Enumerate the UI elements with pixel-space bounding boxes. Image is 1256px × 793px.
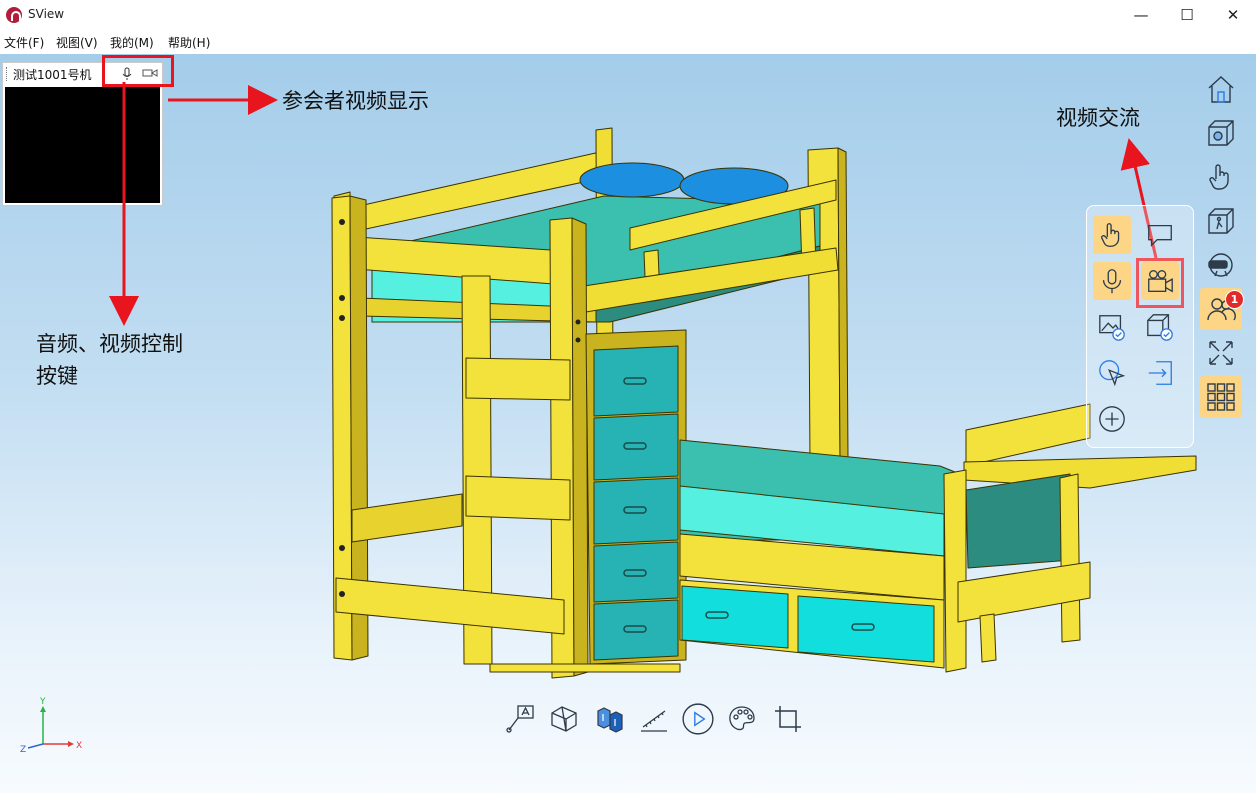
axis-y-label: Y: [40, 697, 46, 707]
settings-cube-icon: [1208, 120, 1234, 146]
hand-pan-icon: [1209, 164, 1229, 190]
grid-menu-icon: [1207, 383, 1235, 411]
explode-icon: [597, 707, 623, 733]
axis-z-label: Z: [20, 745, 27, 755]
pan-button[interactable]: [1200, 156, 1242, 198]
microphone-button[interactable]: [1093, 262, 1131, 300]
video-chat-label: 视频交流: [1056, 106, 1140, 130]
model-confirm-icon: [1147, 314, 1173, 341]
participant-video-label: 参会者视频显示: [282, 89, 429, 113]
play-icon: [682, 703, 714, 735]
crop-icon: [775, 706, 801, 732]
measure-button[interactable]: [636, 701, 672, 737]
pointer-button[interactable]: [1093, 354, 1131, 392]
chat-button[interactable]: [1141, 216, 1179, 254]
hand-raise-icon: [1101, 223, 1120, 247]
home-icon: [1208, 76, 1234, 103]
palette-icon: [729, 706, 755, 731]
collaboration-panel: [1086, 205, 1194, 448]
walk-mode-button[interactable]: [1200, 200, 1242, 242]
walk-mode-icon: [1208, 208, 1234, 234]
participants-count-badge: 1: [1225, 290, 1244, 309]
vr-button[interactable]: [1200, 244, 1242, 286]
palette-button[interactable]: [724, 701, 760, 737]
participants-button[interactable]: 1: [1200, 288, 1244, 330]
settings-cube-button[interactable]: [1200, 112, 1242, 154]
image-confirm-icon: [1099, 315, 1125, 341]
model-confirm-button[interactable]: [1141, 308, 1179, 346]
play-button[interactable]: [680, 701, 716, 737]
explode-button[interactable]: [592, 701, 628, 737]
exit-button[interactable]: [1141, 354, 1179, 392]
image-confirm-button[interactable]: [1093, 308, 1131, 346]
section-view-icon: [551, 706, 577, 732]
annotation-button[interactable]: [502, 701, 538, 737]
grid-menu-button[interactable]: [1200, 376, 1242, 418]
home-button[interactable]: [1200, 68, 1242, 110]
video-camera-icon: [1148, 270, 1173, 293]
exit-icon: [1148, 361, 1172, 385]
vr-headset-icon: [1208, 253, 1233, 277]
chat-icon: [1148, 224, 1172, 247]
measure-icon: [641, 710, 667, 732]
microphone-icon: [1102, 269, 1122, 294]
fullscreen-icon: [1209, 341, 1233, 365]
av-controls-label-1: 音频、视频控制: [36, 332, 183, 356]
av-controls-label-2: 按键: [36, 364, 78, 388]
add-button[interactable]: [1093, 400, 1131, 438]
crop-button[interactable]: [770, 701, 806, 737]
fullscreen-button[interactable]: [1200, 332, 1242, 374]
axis-x-label: X: [76, 741, 83, 751]
section-view-button[interactable]: [546, 701, 582, 737]
add-icon: [1099, 406, 1125, 432]
annotation-icon: [506, 705, 534, 733]
hand-raise-button[interactable]: [1093, 216, 1131, 254]
video-camera-button[interactable]: [1141, 262, 1179, 300]
pointer-icon: [1099, 360, 1126, 387]
